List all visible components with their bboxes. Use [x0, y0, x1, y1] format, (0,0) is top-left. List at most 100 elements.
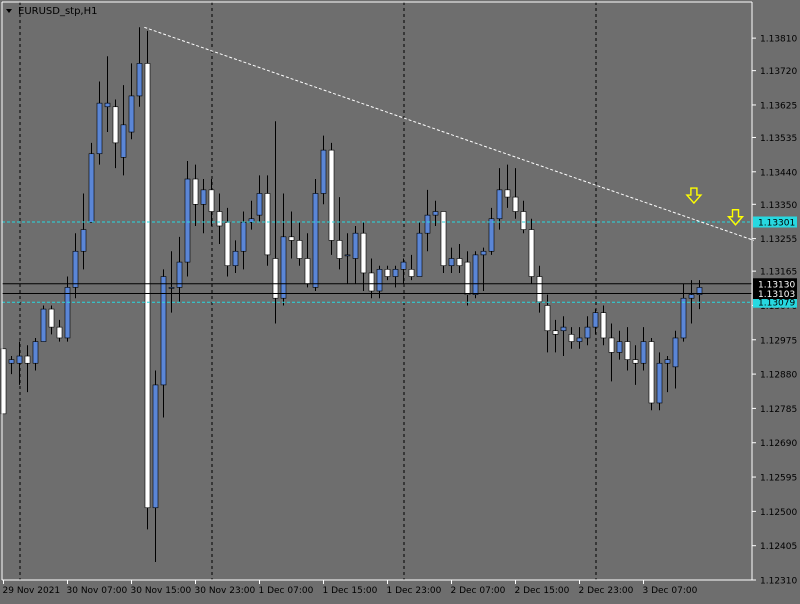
- candle-body: [680, 297, 687, 339]
- candle-body: [272, 258, 279, 299]
- candle-body: [576, 337, 583, 342]
- candle-body: [288, 236, 295, 241]
- price-axis-label: 1.13255: [760, 235, 797, 245]
- candle-body: [640, 341, 647, 364]
- candle-body: [312, 193, 319, 288]
- candle-body: [608, 337, 615, 353]
- candle[interactable]: [88, 142, 95, 223]
- candle-body: [216, 211, 223, 227]
- candle-body: [88, 153, 95, 223]
- candle-body: [552, 330, 559, 335]
- candle-body: [528, 229, 535, 277]
- candle-body: [160, 276, 167, 386]
- candle-body: [400, 261, 407, 270]
- time-axis-label: 1 Dec 15:00: [323, 586, 378, 596]
- candle-body: [568, 334, 575, 342]
- candle-body: [64, 287, 71, 339]
- candle-body: [664, 359, 671, 364]
- candle[interactable]: [312, 179, 319, 291]
- candle-body: [48, 308, 55, 328]
- candle-body: [224, 222, 231, 267]
- candle-body: [128, 95, 135, 133]
- price-axis-label: 1.13720: [760, 67, 797, 77]
- candle-body: [488, 218, 495, 252]
- price-axis-label: 1.13535: [760, 134, 797, 144]
- candle[interactable]: [648, 337, 655, 411]
- time-axis-label: 29 Nov 2021: [3, 586, 61, 596]
- candle-body: [200, 189, 207, 205]
- candle-body: [456, 258, 463, 267]
- price-axis-label: 1.13625: [760, 101, 797, 111]
- price-axis-label: 1.12690: [760, 439, 797, 449]
- candle[interactable]: [328, 142, 335, 255]
- candle-body: [280, 236, 287, 299]
- candle-body: [328, 149, 335, 241]
- candle-body: [544, 305, 551, 332]
- candle-body: [96, 102, 103, 155]
- candle-body: [624, 341, 631, 360]
- candle-body: [72, 250, 79, 288]
- candle-body: [672, 337, 679, 368]
- candle-body: [432, 211, 439, 216]
- candle-body: [120, 124, 127, 158]
- candle-body: [56, 326, 63, 339]
- candle-body: [536, 276, 543, 303]
- candle-body: [368, 272, 375, 292]
- price-axis-label: 1.12310: [760, 577, 797, 587]
- candle-body: [336, 240, 343, 259]
- candle-body: [104, 102, 111, 108]
- candle-body: [352, 232, 359, 259]
- candle-body: [304, 258, 311, 285]
- candle-body: [440, 211, 447, 267]
- candle-body: [584, 326, 591, 339]
- price-axis-label: 1.13440: [760, 168, 797, 178]
- candle-body: [648, 341, 655, 404]
- candle-body: [296, 240, 303, 259]
- time-axis-label: 30 Nov 15:00: [131, 586, 192, 596]
- candle-body: [152, 384, 159, 509]
- price-axis-label: 1.13350: [760, 201, 797, 211]
- candle-body: [464, 261, 471, 295]
- candle-body: [24, 355, 31, 364]
- time-axis-label: 2 Dec 15:00: [515, 586, 570, 596]
- time-axis-label: 2 Dec 23:00: [579, 586, 634, 596]
- candle-body: [112, 106, 119, 144]
- symbol-timeframe-label: EURUSD_stp,H1: [18, 6, 98, 17]
- candle-body: [592, 312, 599, 328]
- candle-body: [616, 341, 623, 353]
- candle-body: [240, 222, 247, 252]
- candle-body: [472, 254, 479, 295]
- candle-body: [448, 258, 455, 267]
- time-axis-label: 30 Nov 23:00: [195, 586, 256, 596]
- time-axis-label: 3 Dec 07:00: [643, 586, 698, 596]
- candle-body: [360, 232, 367, 274]
- candle-body: [632, 359, 639, 364]
- candle-body: [376, 269, 383, 292]
- candle-body: [520, 211, 527, 230]
- price-chart[interactable]: 1.13810 1.13720 1.13625 1.13535 1.13440 1.133…: [0, 0, 800, 600]
- candle-body: [168, 287, 175, 289]
- price-axis-label: 1.12785: [760, 405, 797, 415]
- candle-body: [416, 232, 423, 277]
- price-line-label: 1.13079: [758, 299, 795, 309]
- time-axis-label: 30 Nov 07:00: [67, 586, 128, 596]
- candle-body: [408, 269, 415, 277]
- candle-body: [264, 193, 271, 256]
- candle[interactable]: [440, 211, 447, 273]
- candle-body: [40, 308, 47, 342]
- price-line-label: 1.13103: [758, 290, 795, 300]
- time-axis-label: 2 Dec 07:00: [451, 586, 506, 596]
- candle[interactable]: [144, 30, 151, 530]
- candle-body: [392, 269, 399, 277]
- candle-body: [256, 193, 263, 216]
- price-axis-label: 1.12880: [760, 371, 797, 381]
- price-axis-label: 1.12405: [760, 542, 797, 552]
- candle[interactable]: [40, 305, 47, 342]
- candle[interactable]: [472, 251, 479, 299]
- candle-body: [8, 359, 15, 364]
- candle-body: [560, 326, 567, 332]
- candle-body: [384, 269, 391, 277]
- price-axis-label: 1.12500: [760, 508, 797, 518]
- candle-body: [80, 229, 87, 252]
- chart-window[interactable]: 1.13810 1.13720 1.13625 1.13535 1.13440 1.133…: [0, 0, 800, 600]
